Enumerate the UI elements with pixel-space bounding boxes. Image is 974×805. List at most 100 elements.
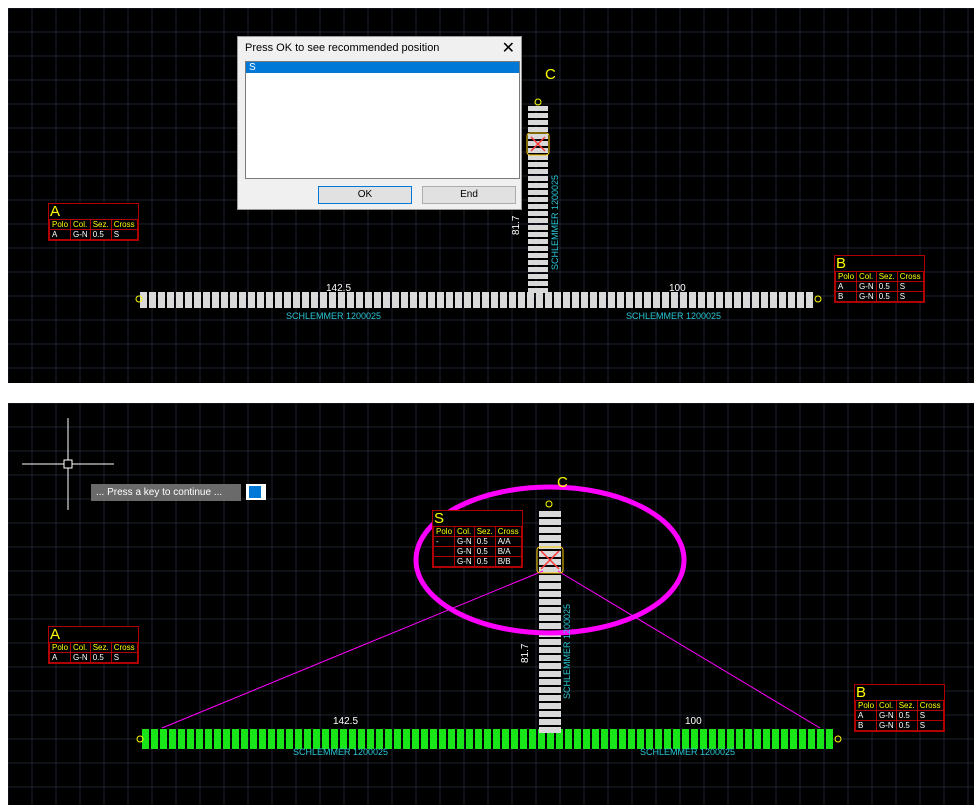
tray-segment	[770, 292, 777, 308]
tray-segment	[232, 729, 239, 749]
tag-s[interactable]: S Polo Col. Sez. Cross - G-N 0.5 A/A G-N…	[432, 510, 523, 568]
tray-segment	[331, 729, 338, 749]
tray-segment	[734, 292, 741, 308]
tray-segment	[149, 292, 156, 308]
tray-segment	[528, 274, 548, 279]
vertical-tray-segments	[539, 511, 561, 733]
tray-segment	[259, 729, 266, 749]
cable-label-vertical: SCHLEMMER 1200025	[550, 174, 560, 270]
recommended-position-dialog[interactable]: Press OK to see recommended position ✕ S…	[237, 36, 522, 210]
tag-a[interactable]: A Polo Col. Sez. Cross A G-N 0.5 S	[48, 626, 139, 664]
tray-segment	[574, 729, 581, 749]
tray-segment	[608, 292, 615, 308]
cell: 0.5	[473, 536, 496, 547]
tray-segment	[763, 729, 770, 749]
tray-segment	[394, 729, 401, 749]
tray-segment	[320, 292, 327, 308]
tray-segment	[528, 288, 548, 293]
tray-segment	[539, 615, 561, 621]
tray-segment	[680, 292, 687, 308]
cell: S	[916, 720, 944, 731]
table-row: B G-N 0.5 S	[834, 291, 924, 302]
top-drawing-canvas[interactable]: C A Polo Col. Sez. Cross A G-N 0.5 S B P…	[8, 8, 974, 383]
header-cross: Cross	[494, 526, 522, 537]
cell: 0.5	[875, 291, 898, 302]
tray-segment	[430, 729, 437, 749]
tray-segment	[817, 729, 824, 749]
tray-segment	[196, 729, 203, 749]
tray-segment	[644, 292, 651, 308]
table-row: B G-N 0.5 S	[854, 720, 944, 731]
prompt-input-box[interactable]	[246, 484, 266, 500]
tray-segment	[619, 729, 626, 749]
tray-segment	[539, 727, 561, 733]
tray-segment	[528, 190, 548, 195]
tag-s-letter: S	[434, 510, 445, 527]
cell: B/A	[494, 546, 522, 557]
tray-segment	[536, 292, 543, 308]
tray-segment	[528, 267, 548, 272]
node-c-label: C	[545, 66, 556, 83]
tray-segment	[302, 292, 309, 308]
tray-segment	[761, 292, 768, 308]
close-icon[interactable]: ✕	[502, 38, 515, 58]
cell: B	[854, 720, 878, 731]
tray-segment	[322, 729, 329, 749]
header-cross: Cross	[110, 642, 138, 653]
position-listbox[interactable]: S	[245, 61, 520, 179]
ok-button[interactable]: OK	[318, 186, 412, 204]
endpoint-c-marker[interactable]	[545, 500, 553, 508]
tray-segment	[329, 292, 336, 308]
tray-segment	[626, 292, 633, 308]
tray-segment	[140, 292, 147, 308]
tray-segment	[527, 292, 534, 308]
tag-b[interactable]: B Polo Col. Sez. Cross A G-N 0.5 S B G-N…	[834, 255, 925, 303]
tray-segment	[545, 292, 552, 308]
tray-segment	[448, 729, 455, 749]
tray-segment	[790, 729, 797, 749]
cell: -	[432, 536, 456, 547]
cell: G-N	[70, 652, 91, 663]
header-col: Col.	[70, 642, 91, 653]
tag-a-letter: A	[50, 203, 61, 220]
tray-segment	[185, 292, 192, 308]
cell: S	[110, 652, 138, 663]
tray-segment	[691, 729, 698, 749]
tag-a[interactable]: A Polo Col. Sez. Cross A G-N 0.5 S	[48, 203, 139, 241]
tray-segment	[655, 729, 662, 749]
tray-segment	[799, 729, 806, 749]
tag-b[interactable]: B Polo Col. Sez. Cross A G-N 0.5 S B G-N…	[854, 684, 945, 732]
header-sez: Sez.	[895, 700, 918, 711]
tray-segment	[572, 292, 579, 308]
tray-segment	[176, 292, 183, 308]
tray-segment	[628, 729, 635, 749]
tray-segment	[539, 719, 561, 725]
table-row: G-N 0.5 B/A	[432, 546, 522, 557]
cell: G-N	[876, 710, 897, 721]
tray-segment	[539, 671, 561, 677]
tray-segment	[601, 729, 608, 749]
tray-segment	[439, 729, 446, 749]
cell: G-N	[454, 546, 475, 557]
tray-segment	[528, 232, 548, 237]
tray-segment	[421, 729, 428, 749]
tray-segment	[528, 127, 548, 132]
tray-segment	[203, 292, 210, 308]
cell: B	[834, 291, 858, 302]
bottom-drawing-canvas[interactable]: ... Press a key to continue ... C S Polo…	[8, 403, 974, 805]
tray-segment	[539, 511, 561, 517]
tray-segment	[511, 729, 518, 749]
tray-segment	[671, 292, 678, 308]
tray-segment	[356, 292, 363, 308]
table-row: A G-N 0.5 S	[854, 710, 944, 721]
end-button[interactable]: End	[422, 186, 516, 204]
tray-segment	[646, 729, 653, 749]
list-item[interactable]: S	[246, 62, 519, 73]
tray-segment	[268, 729, 275, 749]
tray-segment	[539, 583, 561, 589]
endpoint-b-marker[interactable]	[814, 295, 822, 303]
tray-segment	[178, 729, 185, 749]
tray-segment	[509, 292, 516, 308]
tray-segment	[797, 292, 804, 308]
tray-segment	[311, 292, 318, 308]
